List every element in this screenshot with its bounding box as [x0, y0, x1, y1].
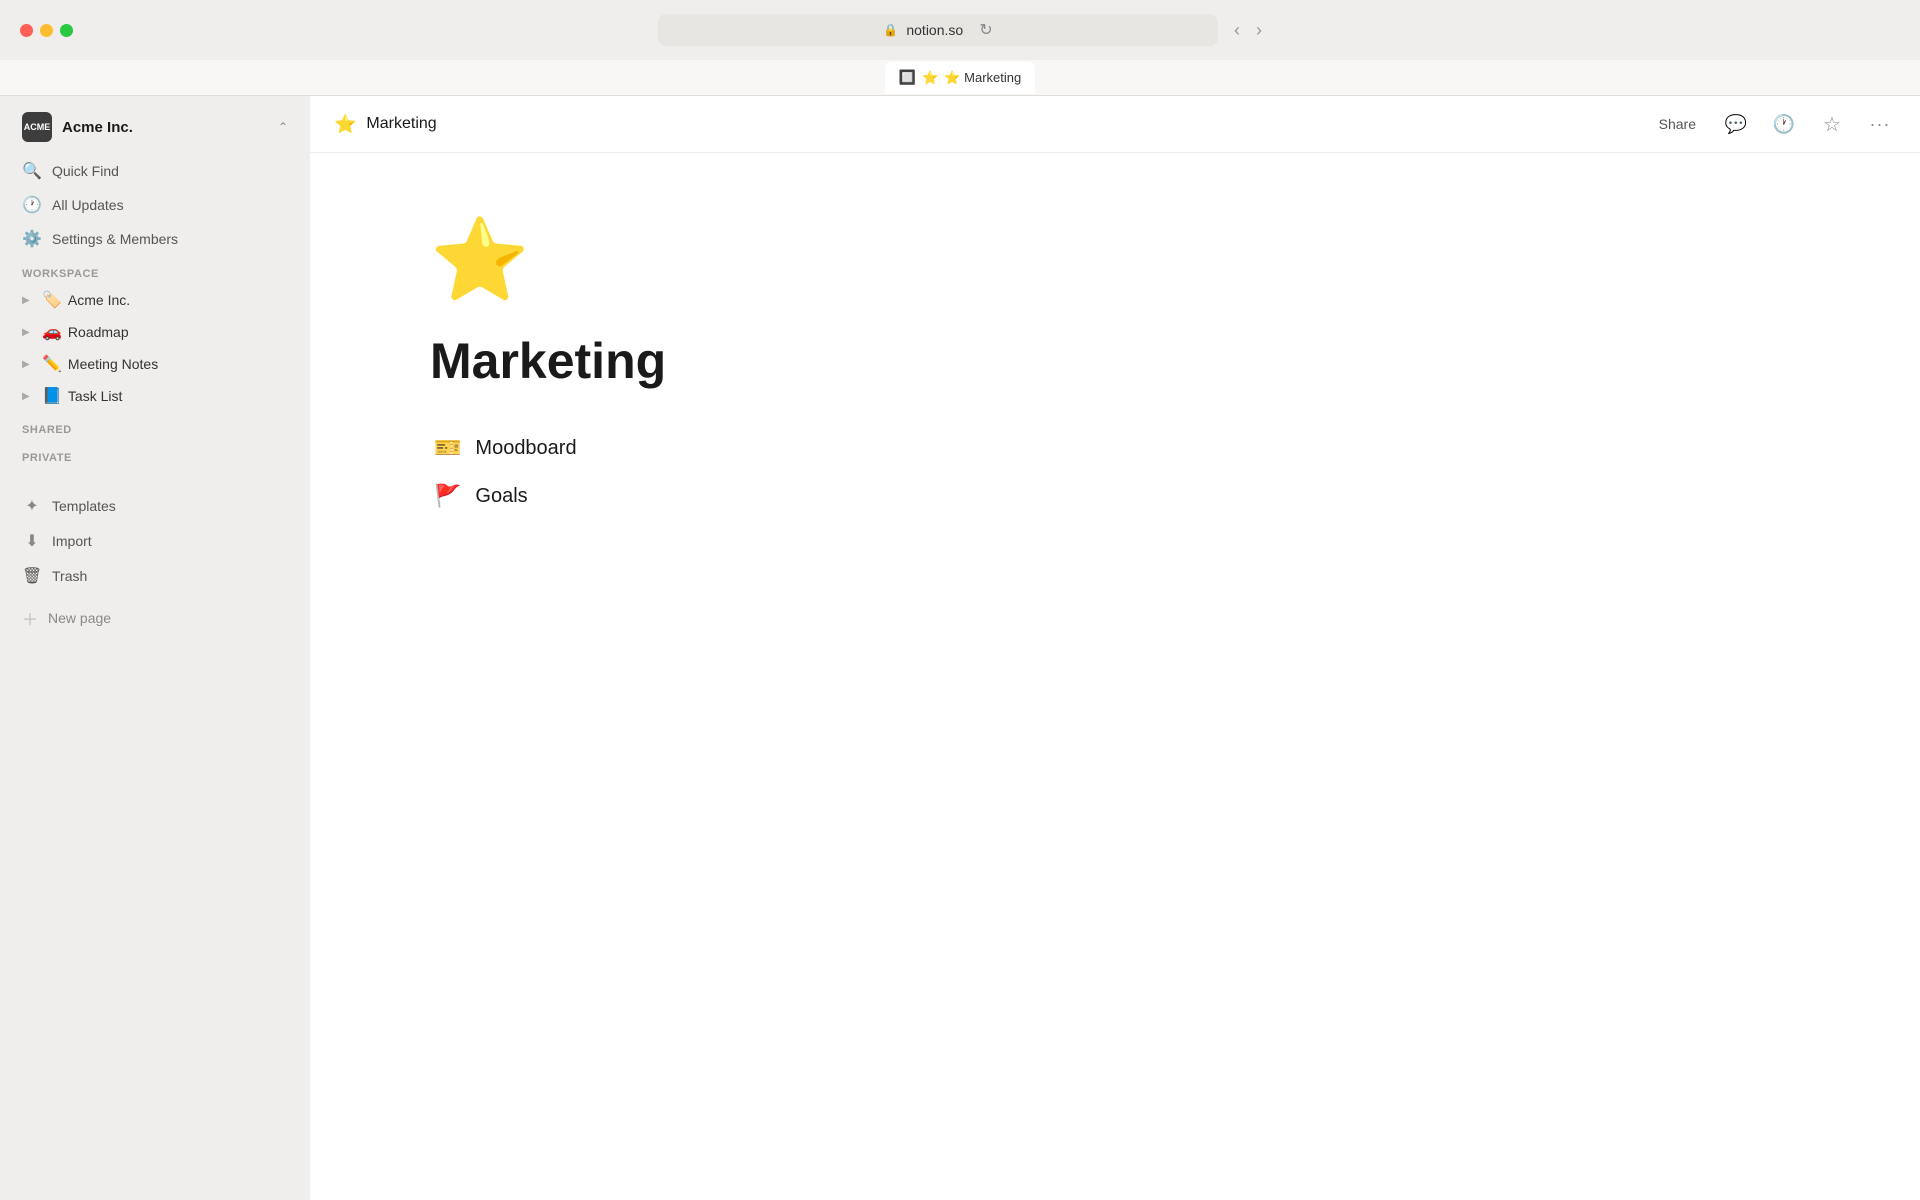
favorite-icon[interactable]: ☆ — [1816, 108, 1848, 140]
meeting-notes-emoji: ✏️ — [42, 354, 62, 374]
search-icon: 🔍 — [22, 161, 42, 181]
chevron-icon: ▶ — [22, 327, 36, 338]
sidebar-label-import: Import — [52, 533, 92, 549]
acme-emoji: 🏷️ — [42, 290, 62, 310]
shared-section-label: SHARED — [0, 412, 310, 440]
workspace-chevron-icon: ⌃ — [278, 120, 288, 134]
traffic-lights — [20, 24, 73, 37]
titlebar-center: 🔒 notion.so ↻ ‹ › — [658, 14, 1262, 46]
titlebar-left — [20, 24, 73, 37]
sidebar-label-acme-inc: Acme Inc. — [68, 292, 130, 308]
gear-icon: ⚙️ — [22, 229, 42, 249]
titlebar-nav: ‹ › — [1234, 20, 1262, 41]
new-page-button[interactable]: ＋ New page — [6, 598, 304, 638]
sidebar-label-templates: Templates — [52, 498, 116, 514]
sidebar-item-roadmap[interactable]: ▶ 🚗 Roadmap — [6, 317, 304, 347]
workspace-section-label: WORKSPACE — [0, 256, 310, 284]
sidebar-item-quick-find[interactable]: 🔍 Quick Find — [6, 155, 304, 187]
sidebar-label-all-updates: All Updates — [52, 197, 124, 213]
trash-icon: 🗑 — [22, 566, 42, 586]
back-button[interactable]: ‹ — [1234, 20, 1240, 41]
sidebar-item-trash[interactable]: 🗑 Trash — [6, 559, 304, 593]
sidebar: ACME Acme Inc. ⌃ 🔍 Quick Find 🕐 All Upda… — [0, 96, 310, 1200]
page-header-icon: ⭐ — [334, 114, 356, 135]
sidebar-item-meeting-notes[interactable]: ▶ ✏️ Meeting Notes — [6, 349, 304, 379]
sidebar-label-quick-find: Quick Find — [52, 163, 119, 179]
maximize-button[interactable] — [60, 24, 73, 37]
tab-bar: 🔲 ⭐ ⭐ Marketing — [0, 60, 1920, 96]
share-button[interactable]: Share — [1651, 112, 1704, 136]
sidebar-item-acme-inc[interactable]: ▶ 🏷️ Acme Inc. — [6, 285, 304, 315]
sidebar-item-all-updates[interactable]: 🕐 All Updates — [6, 189, 304, 221]
import-icon: ⬇ — [22, 531, 42, 551]
page-body: ⭐ Marketing 🎫 Moodboard 🚩 Goals — [310, 153, 1920, 1200]
link-moodboard[interactable]: 🎫 Moodboard — [430, 431, 1800, 465]
roadmap-emoji: 🚗 — [42, 322, 62, 342]
link-goals[interactable]: 🚩 Goals — [430, 479, 1800, 513]
sidebar-label-meeting-notes: Meeting Notes — [68, 356, 158, 372]
sidebar-label-settings: Settings & Members — [52, 231, 178, 247]
sidebar-item-templates[interactable]: ✦ Templates — [6, 489, 304, 523]
workspace-name: Acme Inc. — [62, 119, 268, 136]
sidebar-label-trash: Trash — [52, 568, 87, 584]
private-section-label: PRIVATE — [0, 440, 310, 468]
comment-icon[interactable]: 💬 — [1720, 108, 1752, 140]
lock-icon: 🔒 — [883, 23, 898, 37]
page-header-title: Marketing — [366, 115, 436, 133]
sidebar-item-import[interactable]: ⬇ Import — [6, 524, 304, 558]
plus-icon: ＋ — [22, 606, 38, 630]
sidebar-item-settings[interactable]: ⚙️ Settings & Members — [6, 223, 304, 255]
goals-label: Goals — [475, 485, 527, 508]
clock-icon: 🕐 — [22, 195, 42, 215]
tab-marketing[interactable]: 🔲 ⭐ ⭐ Marketing — [885, 62, 1036, 94]
chevron-icon: ▶ — [22, 391, 36, 402]
page-header-left: ⭐ Marketing — [334, 114, 437, 135]
moodboard-emoji: 🎫 — [434, 435, 461, 461]
workspace-icon: ACME — [22, 112, 52, 142]
tab-notion-icon: 🔲 — [899, 69, 916, 86]
page-header-right: Share 💬 🕐 ☆ ··· — [1651, 108, 1896, 140]
forward-button[interactable]: › — [1256, 20, 1262, 41]
address-bar[interactable]: 🔒 notion.so ↻ — [658, 14, 1218, 46]
workspace-header[interactable]: ACME Acme Inc. ⌃ — [6, 104, 304, 150]
url-text: notion.so — [906, 22, 963, 38]
goals-emoji: 🚩 — [434, 483, 461, 509]
close-button[interactable] — [20, 24, 33, 37]
page-header: ⭐ Marketing Share 💬 🕐 ☆ ··· — [310, 96, 1920, 153]
reload-icon[interactable]: ↻ — [979, 20, 992, 40]
chevron-icon: ▶ — [22, 295, 36, 306]
sidebar-bottom-area: ✦ Templates ⬇ Import 🗑 Trash — [0, 488, 310, 594]
page-title: Marketing — [430, 331, 1800, 391]
chevron-icon: ▶ — [22, 359, 36, 370]
page-emoji-icon: ⭐ — [430, 213, 1800, 307]
new-page-label: New page — [48, 610, 111, 626]
sidebar-label-task-list: Task List — [68, 388, 122, 404]
history-icon[interactable]: 🕐 — [1768, 108, 1800, 140]
sidebar-item-task-list[interactable]: ▶ 📘 Task List — [6, 381, 304, 411]
tab-title: ⭐ Marketing — [944, 70, 1021, 86]
more-options-icon[interactable]: ··· — [1864, 108, 1896, 140]
minimize-button[interactable] — [40, 24, 53, 37]
titlebar: 🔒 notion.so ↻ ‹ › — [0, 0, 1920, 60]
task-list-emoji: 📘 — [42, 386, 62, 406]
moodboard-label: Moodboard — [475, 437, 576, 460]
tab-star-icon: ⭐ — [922, 70, 938, 86]
app-container: ACME Acme Inc. ⌃ 🔍 Quick Find 🕐 All Upda… — [0, 96, 1920, 1200]
main-content: ⭐ Marketing Share 💬 🕐 ☆ ··· ⭐ Marketing … — [310, 96, 1920, 1200]
templates-icon: ✦ — [22, 496, 42, 516]
sidebar-label-roadmap: Roadmap — [68, 324, 129, 340]
